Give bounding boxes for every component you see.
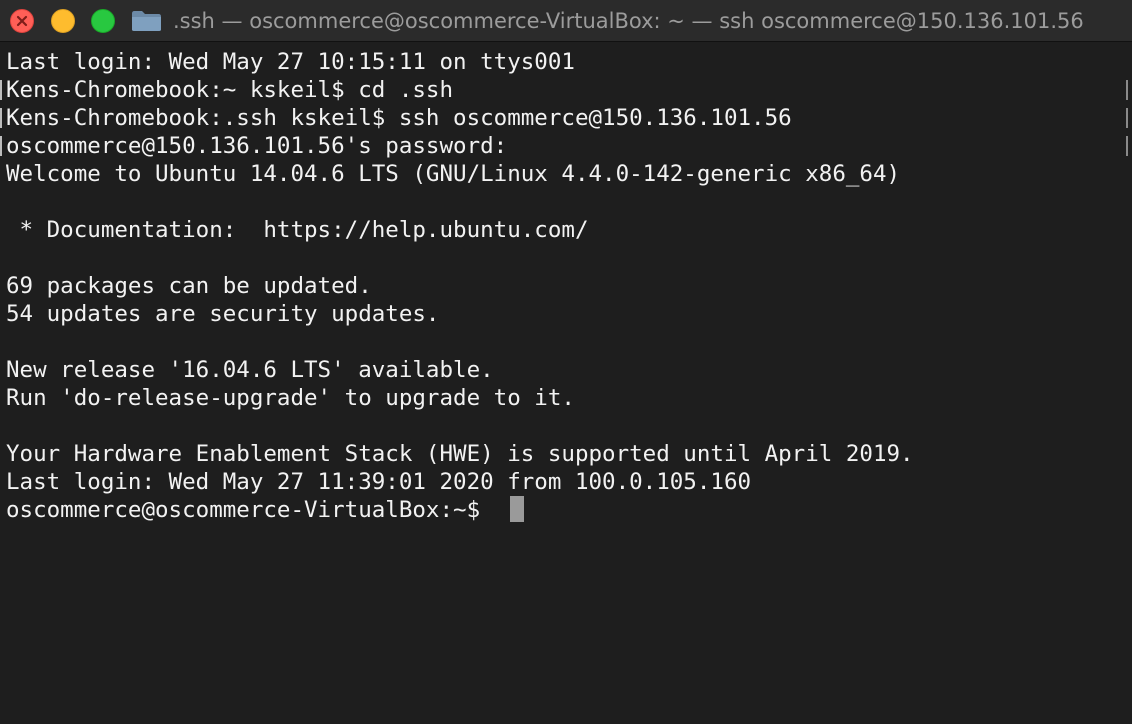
terminal-line: Last login: Wed May 27 11:39:01 2020 fro… [6, 469, 752, 495]
line-marker-left [0, 80, 2, 100]
minimize-button[interactable] [51, 9, 75, 33]
terminal-line: Your Hardware Enablement Stack (HWE) is … [6, 441, 914, 467]
terminal-window: .ssh — oscommerce@oscommerce-VirtualBox:… [0, 0, 1132, 724]
line-marker-right [1126, 80, 1128, 100]
terminal-line: 69 packages can be updated. [6, 273, 372, 299]
terminal-line: 54 updates are security updates. [6, 301, 440, 327]
terminal-prompt: oscommerce@oscommerce-VirtualBox:~$ [6, 497, 494, 523]
folder-icon [132, 11, 161, 31]
window-title: .ssh — oscommerce@oscommerce-VirtualBox:… [173, 9, 1084, 33]
close-icon [16, 15, 28, 27]
terminal-line: oscommerce@150.136.101.56's password: [6, 133, 508, 159]
terminal-line: Kens-Chromebook:.ssh kskeil$ ssh oscomme… [6, 105, 792, 131]
terminal-cursor-icon [510, 496, 524, 522]
terminal-line: Kens-Chromebook:~ kskeil$ cd .ssh [6, 77, 454, 103]
terminal-line: * Documentation: https://help.ubuntu.com… [6, 217, 589, 243]
line-marker-left [0, 108, 2, 128]
terminal-output[interactable]: Last login: Wed May 27 10:15:11 on ttys0… [0, 43, 1132, 724]
window-titlebar[interactable]: .ssh — oscommerce@oscommerce-VirtualBox:… [0, 0, 1132, 42]
terminal-line: Welcome to Ubuntu 14.04.6 LTS (GNU/Linux… [6, 161, 901, 187]
line-marker-right [1126, 136, 1128, 156]
line-marker-left [0, 136, 2, 156]
terminal-line: Last login: Wed May 27 10:15:11 on ttys0… [6, 49, 575, 75]
close-button[interactable] [10, 9, 34, 33]
maximize-button[interactable] [91, 9, 115, 33]
terminal-line: Run 'do-release-upgrade' to upgrade to i… [6, 385, 575, 411]
line-marker-right [1126, 108, 1128, 128]
terminal-line: New release '16.04.6 LTS' available. [6, 357, 494, 383]
